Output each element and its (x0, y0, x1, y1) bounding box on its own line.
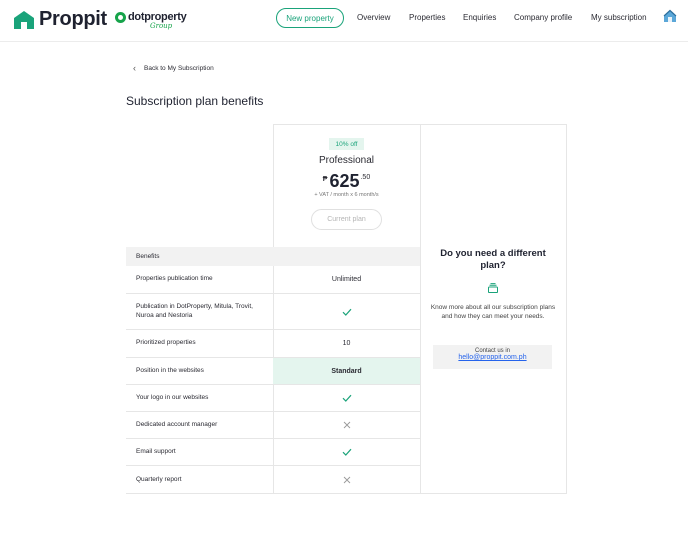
contact-box: Contact us in hello@proppit.com.ph (433, 345, 552, 369)
table-row: Publication in DotProperty, Mitula, Trov… (126, 294, 420, 330)
benefit-value (273, 385, 420, 411)
table-row: Properties publication time Unlimited (126, 266, 420, 294)
different-plan-title: Do you need a different plan? (440, 248, 546, 272)
benefit-label: Your logo in our websites (136, 393, 209, 401)
benefit-value (273, 294, 420, 329)
top-navbar: Proppit dotproperty Group New property O… (0, 0, 688, 42)
benefits-header: Benefits (126, 247, 420, 266)
back-link-label: Back to My Subscription (144, 65, 214, 72)
benefit-value: 10 (342, 340, 351, 347)
proppit-logo-icon (14, 10, 34, 29)
current-plan-button[interactable]: Current plan (311, 209, 382, 230)
cross-icon (343, 476, 350, 484)
nav-my-subscription[interactable]: My subscription (591, 13, 647, 22)
table-row: Quarterly report (126, 466, 420, 494)
currency-symbol: ₱ (322, 176, 328, 183)
dotproperty-icon (115, 11, 126, 23)
benefit-value (273, 439, 420, 465)
proppit-logo[interactable]: Proppit (12, 8, 107, 31)
vat-note: + VAT / month x 6 month/s (314, 192, 379, 198)
benefit-value: Unlimited (331, 276, 362, 283)
benefit-label: Properties publication time (136, 275, 213, 283)
benefit-label: Prioritized properties (136, 339, 196, 347)
chevron-left-icon: ‹ (133, 63, 136, 73)
check-icon (342, 448, 351, 456)
benefit-label: Position in the websites (136, 366, 204, 374)
plan-card: 10% off Professional ₱ 625 .50 + VAT / m… (273, 124, 420, 247)
column-divider (420, 124, 421, 494)
benefit-value (273, 412, 420, 438)
benefit-label: Dedicated account manager (136, 420, 218, 428)
table-row: Email support (126, 439, 420, 466)
table-row: Dedicated account manager (126, 412, 420, 439)
check-icon (342, 308, 351, 316)
partner-sub: Group (150, 22, 173, 30)
plan-price: ₱ 625 .50 (273, 171, 420, 192)
new-property-button[interactable]: New property (276, 8, 344, 28)
card-stack-icon (488, 283, 498, 293)
check-icon (342, 394, 351, 402)
contact-email-link[interactable]: hello@proppit.com.ph (433, 354, 552, 361)
nav-enquiries[interactable]: Enquiries (463, 13, 496, 22)
discount-badge: 10% off (329, 138, 364, 150)
nav-company-profile[interactable]: Company profile (514, 13, 572, 22)
back-link[interactable]: ‹ Back to My Subscription (133, 64, 214, 73)
table-row: Your logo in our websites (126, 385, 420, 412)
cross-icon (343, 421, 350, 429)
agency-avatar-icon[interactable] (663, 9, 677, 23)
different-plan-text: Know more about all our subscription pla… (430, 304, 556, 321)
price-decimal: .50 (360, 174, 371, 181)
nav-overview[interactable]: Overview (357, 13, 390, 22)
benefit-value-highlight: Standard (273, 358, 420, 384)
price-whole: 625 (329, 171, 360, 191)
plan-name: Professional (318, 155, 375, 166)
brand-name: Proppit (39, 8, 107, 30)
benefit-label: Quarterly report (136, 475, 182, 483)
nav-properties[interactable]: Properties (409, 13, 445, 22)
benefit-label: Email support (136, 447, 176, 455)
page-title: Subscription plan benefits (126, 94, 264, 108)
benefit-label: Publication in DotProperty, Mitula, Trov… (136, 302, 253, 319)
table-row: Position in the websites Standard (126, 358, 420, 385)
table-row: Prioritized properties 10 (126, 330, 420, 358)
benefit-value (273, 466, 420, 494)
